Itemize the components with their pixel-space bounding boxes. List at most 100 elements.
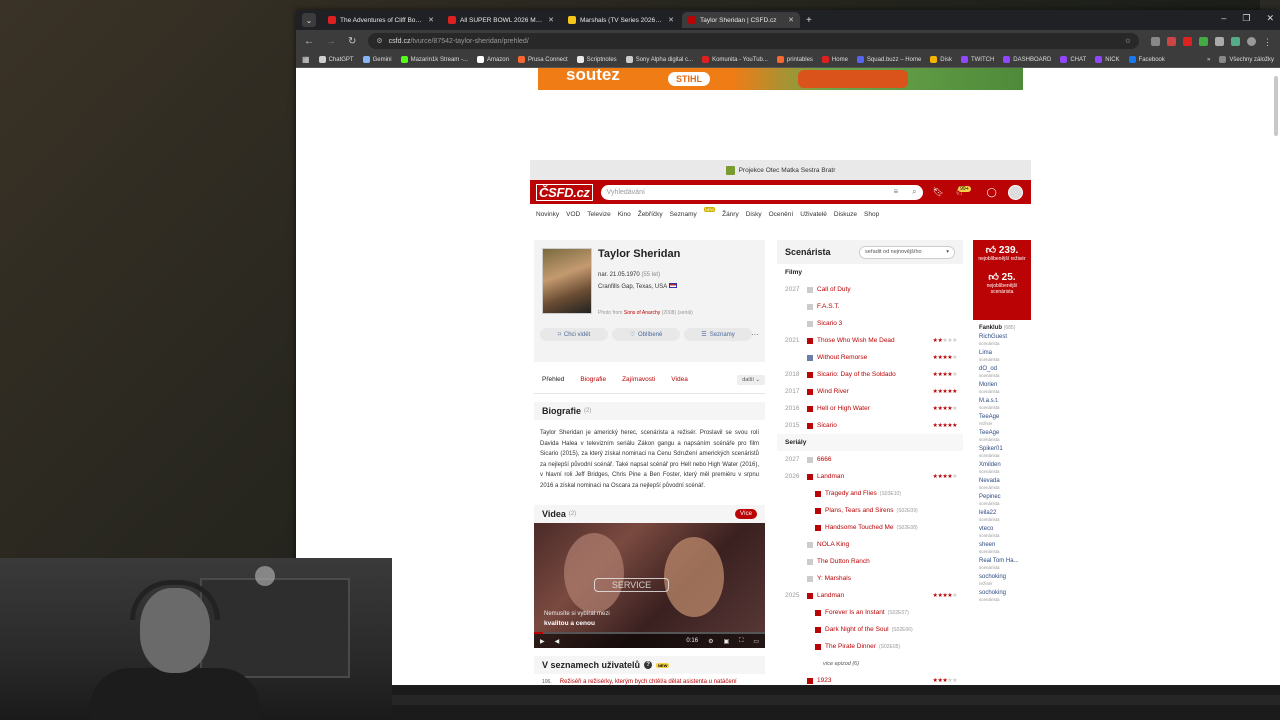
fan-item[interactable]: Xmilden scenárista xyxy=(973,462,1031,475)
chat-icon[interactable]: ◯ xyxy=(987,187,997,198)
filmography-row[interactable]: Tragedy and Flies (S03E10) xyxy=(777,485,963,502)
bookmark-item[interactable]: Amazon xyxy=(476,56,509,63)
fan-item[interactable]: TeeAge režisér xyxy=(973,414,1031,427)
menu-kebab-icon[interactable]: ⋮ xyxy=(1263,37,1272,47)
row-title[interactable]: Those Who Wish Me Dead xyxy=(817,337,895,344)
lists-button[interactable]: ☰ Seznamy xyxy=(684,328,752,341)
bookmark-item[interactable]: Facebook xyxy=(1128,56,1165,63)
tab-zajímavosti[interactable]: Zajímavosti xyxy=(622,376,655,383)
filmography-row[interactable]: 2015 Sicario ★★★★★ xyxy=(777,417,963,434)
tab-more[interactable]: další ⌄ xyxy=(737,374,765,385)
bookmark-item[interactable]: CHAT xyxy=(1060,56,1086,63)
filmography-row[interactable]: 2027 Call of Duty xyxy=(777,281,963,298)
row-title[interactable]: Sicario xyxy=(817,422,837,429)
fullscreen-icon[interactable]: ⛶ xyxy=(739,638,743,645)
fan-item[interactable]: sochoking scenárista xyxy=(973,590,1031,603)
row-title[interactable]: Landman xyxy=(817,592,844,599)
bookmark-item[interactable]: Home xyxy=(821,56,848,63)
fan-item[interactable]: M.a.s.t. scenárista xyxy=(973,398,1031,411)
fan-username[interactable]: vteco xyxy=(979,526,1031,533)
fan-username[interactable]: Pepinec xyxy=(979,494,1031,501)
bookmark-icon[interactable]: 🔖︎ xyxy=(933,187,944,198)
fan-username[interactable]: Spiker01 xyxy=(979,446,1031,453)
theater-icon[interactable]: ▭ xyxy=(753,638,759,645)
profile-icon[interactable] xyxy=(1247,36,1256,46)
bookmark-item[interactable]: Scriptnotes xyxy=(576,56,617,63)
video-player[interactable]: SERVICE Nemusíte si vybírat mezi kvalito… xyxy=(534,523,765,648)
bookmark-item[interactable]: Sony Alpha digital c... xyxy=(625,56,693,63)
fan-item[interactable]: sochoking režisér xyxy=(973,574,1031,587)
fan-username[interactable]: Xmilden xyxy=(979,462,1031,469)
back-icon[interactable]: ← xyxy=(304,36,314,47)
filmography-row[interactable]: Forever Is an Instant (S02E07) xyxy=(777,604,963,621)
tab-search-icon[interactable]: ⌄ xyxy=(302,13,316,27)
fan-item[interactable]: Morien scenárista xyxy=(973,382,1031,395)
apps-grid-icon[interactable]: ▦ xyxy=(302,55,310,64)
bookmark-item[interactable]: NICK xyxy=(1095,56,1120,63)
extensions-puzzle-icon[interactable] xyxy=(1215,36,1224,46)
bookmark-item[interactable]: Squad.buzz – Home xyxy=(856,56,921,63)
filmography-row[interactable]: více epizod (6) xyxy=(777,655,963,672)
fan-item[interactable]: vteco scenárista xyxy=(973,526,1031,539)
row-title[interactable]: 6666 xyxy=(817,456,831,463)
tab-close-icon[interactable]: ✕ xyxy=(548,16,554,24)
filmography-row[interactable]: 2017 Wind River ★★★★★ xyxy=(777,383,963,400)
menu-item[interactable]: Televize xyxy=(587,211,610,218)
fan-username[interactable]: sochoking xyxy=(979,590,1031,597)
extension-icon[interactable] xyxy=(1183,36,1192,46)
fan-item[interactable]: RichGuest scenárista xyxy=(973,334,1031,347)
row-title[interactable]: Forever Is an Instant xyxy=(825,609,885,616)
bookmark-item[interactable]: ChatGPT xyxy=(318,56,354,63)
menu-item[interactable]: Ocenění xyxy=(769,211,794,218)
filmography-row[interactable]: Dark Night of the Soul (S02E06) xyxy=(777,621,963,638)
tab-close-icon[interactable]: ✕ xyxy=(428,16,434,24)
filmography-row[interactable]: Without Remorse ★★★★★ xyxy=(777,349,963,366)
profile-photo[interactable] xyxy=(542,248,592,314)
fan-item[interactable]: Lima scenárista xyxy=(973,350,1031,363)
fan-item[interactable]: sheen scenárista xyxy=(973,542,1031,555)
all-bookmarks[interactable]: Všechny záložky xyxy=(1219,56,1274,63)
fan-item[interactable]: dO_od scenárista xyxy=(973,366,1031,379)
row-title[interactable]: The Pirate Dinner xyxy=(825,643,876,650)
photo-credit-link[interactable]: Sons of Anarchy xyxy=(624,310,660,316)
bell-icon[interactable]: ♘99+ xyxy=(955,185,976,198)
extension-icon[interactable] xyxy=(1231,36,1240,46)
row-title[interactable]: Plans, Tears and Sirens xyxy=(825,507,894,514)
volume-icon[interactable]: ◀ xyxy=(555,638,560,645)
fan-item[interactable]: leila22 scenárista xyxy=(973,510,1031,523)
bookmark-item[interactable]: Mazarin1k Stream -... xyxy=(400,56,468,63)
fan-username[interactable]: TeeAge xyxy=(979,414,1031,421)
fan-username[interactable]: sochoking xyxy=(979,574,1031,581)
more-bookmarks-icon[interactable]: » xyxy=(1207,57,1210,63)
extension-icon[interactable] xyxy=(1151,36,1160,46)
tab-přehled[interactable]: Přehled xyxy=(542,376,564,383)
filmography-row[interactable]: 2021 Those Who Wish Me Dead ★★★★★ xyxy=(777,332,963,349)
minimize-icon[interactable]: – xyxy=(1221,13,1226,24)
extension-icon[interactable] xyxy=(1199,36,1208,46)
browser-tab[interactable]: Taylor Sheridan | ČSFD.cz ✕ xyxy=(682,12,800,28)
videos-more-button[interactable]: Více xyxy=(734,509,757,519)
filmography-row[interactable]: 2025 Landman ★★★★★ xyxy=(777,587,963,604)
menu-item[interactable]: Shop xyxy=(864,211,879,218)
tab-videa[interactable]: Videa xyxy=(671,376,688,383)
browser-tab[interactable]: All SUPER BOWL 2026 Movie Tr ✕ xyxy=(442,12,560,28)
search-input[interactable]: Vyhledávání ≡ ⌕ xyxy=(600,184,923,200)
want-to-see-button[interactable]: ⌑ Chci vidět xyxy=(540,328,608,341)
bookmark-star-icon[interactable]: ☆ xyxy=(1125,37,1131,45)
menu-item[interactable]: Novinky xyxy=(536,211,559,218)
row-title[interactable]: NOLA King xyxy=(817,541,849,548)
row-title[interactable]: Without Remorse xyxy=(817,354,867,361)
reload-icon[interactable]: ↻ xyxy=(348,36,356,47)
menu-item[interactable]: Žánry xyxy=(722,211,739,218)
fan-username[interactable]: Morien xyxy=(979,382,1031,389)
list-item[interactable]: 106. Režiséři a režisérky, kterým bych ch… xyxy=(534,674,765,685)
fan-username[interactable]: RichGuest xyxy=(979,334,1031,341)
menu-item[interactable]: Uživatelé xyxy=(800,211,827,218)
fan-username[interactable]: TeeAge xyxy=(979,430,1031,437)
row-title[interactable]: The Dutton Ranch xyxy=(817,558,870,565)
fan-item[interactable]: Pepinec scenárista xyxy=(973,494,1031,507)
row-title[interactable]: Hell or High Water xyxy=(817,405,870,412)
settings-icon[interactable]: ⚙ xyxy=(708,638,713,645)
row-title[interactable]: Call of Duty xyxy=(817,286,851,293)
bookmark-item[interactable]: printables xyxy=(776,56,813,63)
